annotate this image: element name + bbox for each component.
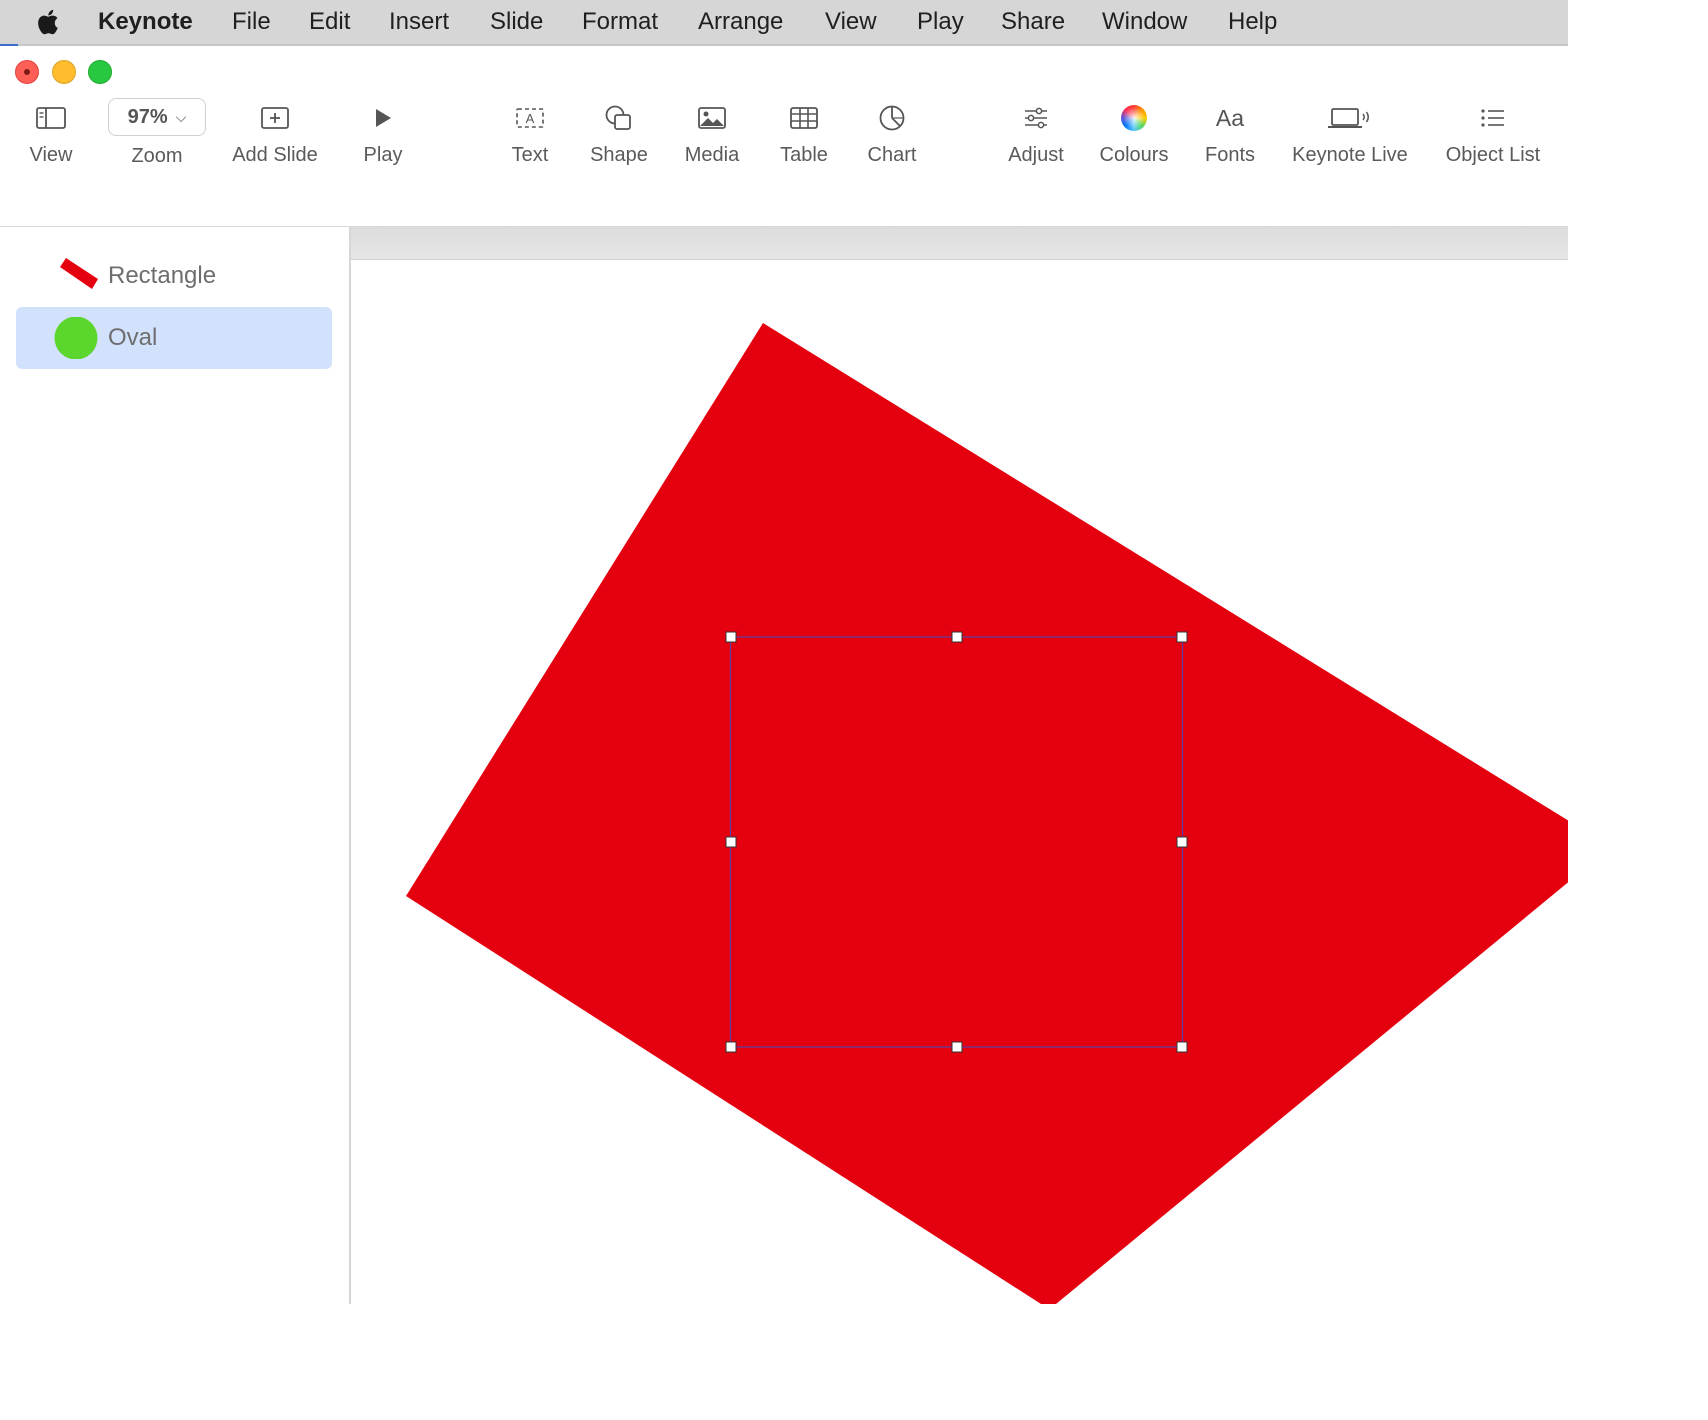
- keynote-live-button[interactable]: Keynote Live: [1288, 96, 1412, 167]
- text-button[interactable]: A Text: [505, 96, 555, 167]
- fullscreen-window-button[interactable]: [88, 60, 112, 84]
- menu-view[interactable]: View: [825, 8, 877, 36]
- fonts-label: Fonts: [1204, 144, 1256, 166]
- color-wheel-icon: [1121, 96, 1147, 140]
- adjust-button[interactable]: Adjust: [1004, 96, 1068, 167]
- keynote-live-icon: [1327, 96, 1373, 140]
- view-button[interactable]: View: [26, 96, 76, 167]
- zoom-label: Zoom: [131, 145, 183, 167]
- slide-content: [406, 323, 1568, 1304]
- table-button[interactable]: Table: [776, 96, 832, 167]
- shape-button[interactable]: Shape: [586, 96, 652, 167]
- chart-label: Chart: [867, 144, 917, 166]
- menu-bar: Keynote File Edit Insert Slide Format Ar…: [0, 0, 1568, 45]
- sidebar-view-icon: [36, 96, 66, 140]
- menu-file[interactable]: File: [232, 8, 271, 36]
- menu-insert[interactable]: Insert: [389, 8, 449, 36]
- chart-icon: [878, 96, 906, 140]
- oval-shape-icon: [54, 317, 98, 359]
- oval-thumb-fill: [54, 317, 98, 359]
- menu-arrange[interactable]: Arrange: [698, 8, 783, 36]
- rectangle-thumb-fill: [60, 258, 98, 289]
- shape-label: Shape: [590, 144, 648, 166]
- colours-button[interactable]: Colours: [1095, 96, 1173, 167]
- keynote-live-label: Keynote Live: [1292, 144, 1408, 166]
- chart-button[interactable]: Chart: [864, 96, 920, 167]
- sliders-icon: [1022, 96, 1050, 140]
- text-box-icon: A: [515, 96, 545, 140]
- play-icon: [372, 96, 394, 140]
- list-icon: [1479, 96, 1507, 140]
- menu-play[interactable]: Play: [917, 8, 964, 36]
- object-name: Rectangle: [108, 262, 217, 289]
- resize-handle-left[interactable]: [725, 836, 737, 848]
- zoom-value: 97%: [127, 105, 168, 128]
- resize-handle-bottom-left[interactable]: [725, 1041, 737, 1053]
- media-button[interactable]: Media: [680, 96, 744, 167]
- menu-share[interactable]: Share: [1001, 8, 1065, 36]
- object-list-button[interactable]: Object List: [1438, 96, 1548, 167]
- close-window-button[interactable]: [15, 60, 39, 84]
- red-rectangle-shape[interactable]: [406, 323, 1568, 1304]
- fonts-icon: Aa: [1216, 96, 1244, 140]
- object-list-item-oval[interactable]: Oval: [16, 307, 332, 369]
- object-list-label: Object List: [1445, 144, 1541, 166]
- menu-keynote[interactable]: Keynote: [98, 8, 193, 36]
- colours-label: Colours: [1099, 144, 1169, 166]
- resize-handle-bottom[interactable]: [951, 1041, 963, 1053]
- menu-format[interactable]: Format: [582, 8, 658, 36]
- text-label: Text: [511, 144, 549, 166]
- object-list-sidebar: Rectangle Oval: [0, 227, 351, 1304]
- fonts-button[interactable]: Aa Fonts: [1201, 96, 1259, 167]
- zoom-control[interactable]: 97% ⌵ Zoom: [107, 98, 207, 168]
- zoom-select[interactable]: 97% ⌵: [108, 98, 206, 136]
- svg-text:A: A: [526, 111, 535, 126]
- rectangle-shape-icon: [60, 258, 98, 289]
- play-button[interactable]: Play: [358, 96, 408, 167]
- menu-edit[interactable]: Edit: [309, 8, 350, 36]
- fonts-icon-text: Aa: [1215, 104, 1245, 131]
- play-label: Play: [363, 144, 403, 166]
- resize-handle-top-right[interactable]: [1176, 631, 1188, 643]
- menu-slide[interactable]: Slide: [490, 8, 543, 36]
- slide-canvas[interactable]: [351, 227, 1568, 1304]
- resize-handle-top[interactable]: [951, 631, 963, 643]
- add-slide-icon: [260, 96, 290, 140]
- table-label: Table: [780, 144, 828, 166]
- object-name: Oval: [108, 324, 158, 351]
- resize-handle-top-left[interactable]: [725, 631, 737, 643]
- minimize-window-button[interactable]: [52, 60, 76, 84]
- add-slide-label: Add Slide: [232, 144, 318, 166]
- table-icon: [789, 96, 819, 140]
- media-icon: [697, 96, 727, 140]
- add-slide-button[interactable]: Add Slide: [227, 96, 323, 167]
- media-label: Media: [684, 144, 740, 166]
- menu-help[interactable]: Help: [1228, 8, 1277, 36]
- chevron-down-icon: ⌵: [175, 108, 187, 125]
- adjust-label: Adjust: [1008, 144, 1064, 166]
- apple-menu-icon[interactable]: [36, 7, 64, 37]
- menu-window[interactable]: Window: [1102, 8, 1187, 36]
- view-label: View: [29, 144, 73, 166]
- resize-handle-bottom-right[interactable]: [1176, 1041, 1188, 1053]
- object-list-item-rectangle[interactable]: Rectangle: [16, 245, 332, 307]
- resize-handle-right[interactable]: [1176, 836, 1188, 848]
- shape-icon: [604, 96, 634, 140]
